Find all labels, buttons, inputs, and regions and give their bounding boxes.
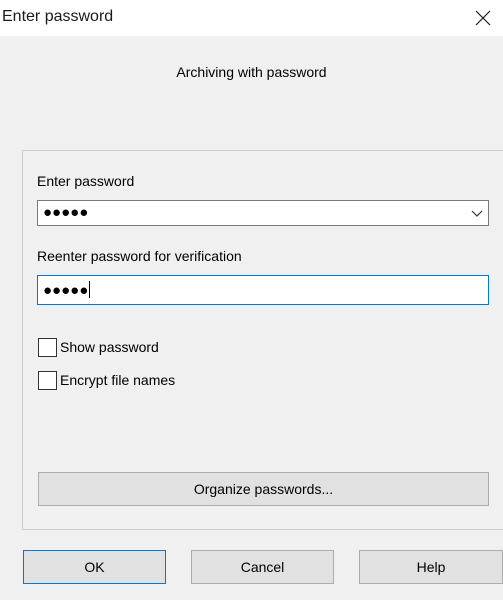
show-password-checkbox[interactable] (38, 337, 57, 357)
encrypt-file-names-option[interactable]: Encrypt file names (38, 370, 175, 390)
show-password-option[interactable]: Show password (38, 337, 159, 357)
title-bar: Enter password (0, 0, 503, 36)
chevron-down-icon[interactable] (470, 206, 484, 220)
cancel-button[interactable]: Cancel (191, 550, 334, 584)
password-label: Enter password (37, 173, 135, 189)
close-button[interactable] (468, 4, 498, 32)
ok-button[interactable]: OK (23, 550, 166, 584)
help-button[interactable]: Help (359, 550, 503, 584)
dialog-subtitle: Archiving with password (176, 64, 327, 80)
password-masked-value: ●●●●● (43, 204, 89, 221)
text-caret (89, 281, 91, 298)
reenter-masked-value: ●●●●● (43, 281, 91, 299)
encrypt-file-names-checkbox[interactable] (38, 370, 57, 390)
organize-passwords-button[interactable]: Organize passwords... (38, 472, 489, 506)
close-icon (475, 10, 491, 26)
reenter-password-input[interactable]: ●●●●● (37, 275, 489, 305)
password-combobox[interactable]: ●●●●● (37, 200, 489, 226)
reenter-password-label: Reenter password for verification (37, 248, 242, 264)
show-password-label: Show password (60, 339, 159, 355)
encrypt-file-names-label: Encrypt file names (60, 372, 176, 388)
window-title: Enter password (2, 8, 114, 25)
